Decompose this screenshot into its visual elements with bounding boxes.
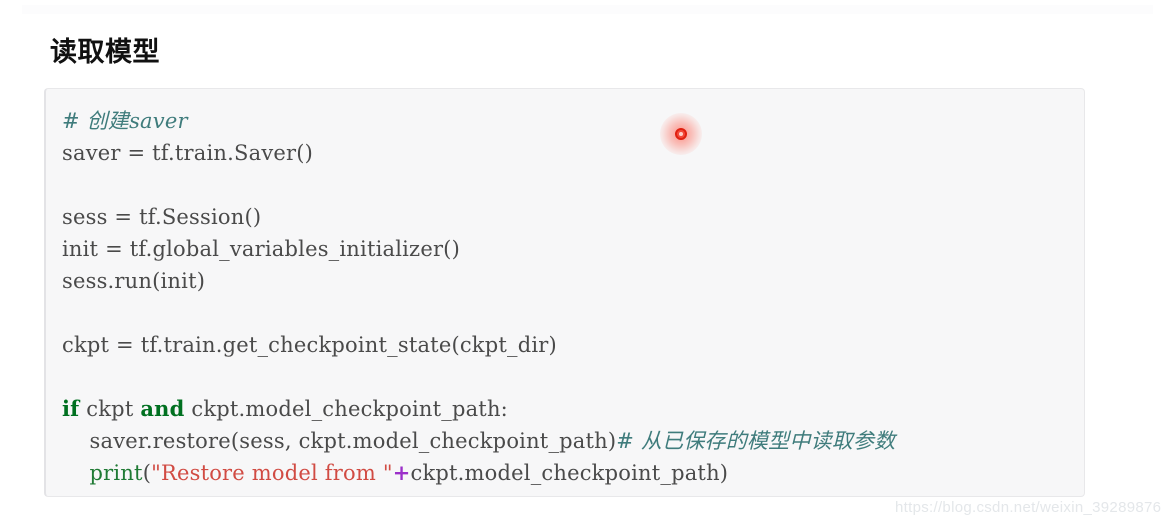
code-line: init = tf.global_variables_initializer() bbox=[62, 233, 1084, 265]
cursor-core bbox=[675, 128, 687, 140]
code-builtin-print: print bbox=[89, 461, 143, 485]
code-line: saver.restore(sess, ckpt.model_checkpoin… bbox=[62, 425, 1084, 457]
code-text: ckpt.model_checkpoint_path) bbox=[410, 461, 729, 485]
code-block[interactable]: # 创建saver saver = tf.train.Saver() sess … bbox=[44, 88, 1085, 497]
code-line: saver = tf.train.Saver() bbox=[62, 137, 1084, 169]
code-comment: # 从已保存的模型中读取参数 bbox=[616, 429, 896, 453]
code-line: # 创建saver bbox=[62, 105, 1084, 137]
page-title: 读取模型 bbox=[50, 37, 160, 68]
code-line: ckpt = tf.train.get_checkpoint_state(ckp… bbox=[62, 329, 1084, 361]
code-line: sess.run(init) bbox=[62, 265, 1084, 297]
page-top-band bbox=[22, 5, 1153, 14]
code-text: sess.run(init) bbox=[62, 269, 206, 293]
code-line-blank bbox=[62, 297, 1084, 329]
code-operator: + bbox=[392, 460, 411, 485]
code-line: print("Restore model from "+ckpt.model_c… bbox=[62, 457, 1084, 489]
code-text: saver.restore(sess, ckpt.model_checkpoin… bbox=[62, 429, 617, 453]
code-text: ckpt bbox=[79, 397, 141, 421]
code-text: ckpt = tf.train.get_checkpoint_state(ckp… bbox=[62, 333, 557, 357]
code-line-blank bbox=[62, 361, 1084, 393]
code-text: init = tf.global_variables_initializer() bbox=[62, 237, 460, 261]
code-string: "Restore model from " bbox=[151, 461, 393, 485]
code-comment: # 创建saver bbox=[62, 109, 188, 133]
code-line: sess = tf.Session() bbox=[62, 201, 1084, 233]
code-text: sess = tf.Session() bbox=[62, 205, 262, 229]
code-text: saver = tf.train.Saver() bbox=[62, 141, 314, 165]
code-line-blank bbox=[62, 169, 1084, 201]
code-content: # 创建saver saver = tf.train.Saver() sess … bbox=[46, 89, 1084, 489]
code-line: if ckpt and ckpt.model_checkpoint_path: bbox=[62, 393, 1084, 425]
code-keyword-and: and bbox=[140, 396, 185, 421]
code-text: ckpt.model_checkpoint_path: bbox=[184, 397, 508, 421]
code-keyword-if: if bbox=[62, 396, 80, 421]
code-paren: ( bbox=[142, 461, 152, 485]
watermark: https://blog.csdn.net/weixin_39289876 bbox=[895, 499, 1162, 516]
